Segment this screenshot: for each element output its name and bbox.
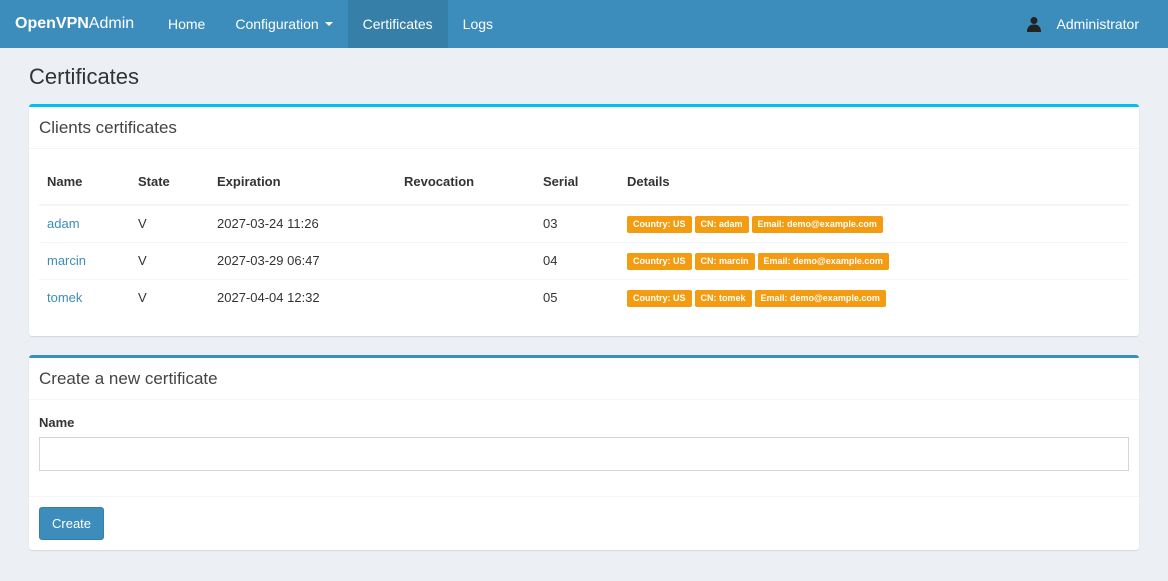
name-field-label: Name: [39, 415, 75, 430]
detail-badge-country: Country: US: [627, 252, 692, 270]
create-box-body: Name: [29, 400, 1139, 496]
certificates-table: Name State Expiration Revocation Serial …: [39, 159, 1129, 316]
table-spacer: [39, 316, 1129, 326]
cell-serial: 04: [535, 241, 619, 279]
nav-configuration-label: Configuration: [235, 16, 319, 32]
nav-configuration-dropdown[interactable]: Configuration: [220, 0, 347, 48]
clients-certificates-box: Clients certificates Name State Expirati…: [29, 104, 1139, 336]
detail-badge-country: Country: US: [627, 215, 692, 233]
cell-state: V: [130, 278, 209, 316]
column-header-revocation: Revocation: [396, 159, 535, 206]
detail-badge-cn: CN: adam: [694, 215, 749, 233]
cell-expiration: 2027-04-04 12:32: [209, 278, 396, 316]
nav-logs-label: Logs: [462, 16, 494, 32]
cell-details: Country: US CN: adam Email: demo@example.c…: [619, 205, 1129, 242]
client-link[interactable]: tomek: [47, 290, 82, 305]
cell-details: Country: US CN: tomek Email: demo@example.…: [619, 278, 1129, 316]
cell-expiration: 2027-03-29 06:47: [209, 241, 396, 279]
cell-state: V: [138, 216, 147, 232]
table-row: marcin V 2027-03-29 06:47 04 Country: US…: [39, 241, 1129, 279]
user-icon: [1026, 17, 1041, 32]
cell-revocation: [396, 241, 535, 279]
main-content: Certificates Clients certificates Name S…: [0, 64, 1168, 550]
cell-serial: 05: [535, 278, 619, 316]
cell-revocation: [396, 278, 535, 316]
main-nav: Home Configuration Certificates Logs: [153, 0, 508, 48]
cell-expiration: 2027-03-24 11:26: [217, 216, 319, 232]
cell-name: marcin: [39, 241, 130, 279]
column-header-name: Name: [39, 159, 130, 206]
cell-serial: 03: [543, 216, 558, 232]
cell-revocation: [396, 205, 535, 242]
table-row: adam V 2027-03-24 11:26 03 Country: US CN…: [39, 205, 1129, 242]
brand-logo[interactable]: OpenVPN Admin: [0, 0, 153, 48]
table-row: tomek V 2027-04-04 12:32 05 Country: US C…: [39, 278, 1129, 316]
page-title: Certificates: [29, 64, 140, 89]
create-certificate-box: Create a new certificate Name Create: [29, 355, 1139, 550]
table-header-row: Name State Expiration Revocation Serial …: [39, 159, 1129, 206]
client-link[interactable]: marcin: [47, 253, 86, 268]
create-button[interactable]: Create: [39, 507, 105, 540]
nav-logs[interactable]: Logs: [448, 0, 508, 48]
create-box-footer: Create: [29, 496, 1139, 550]
column-header-state: State: [130, 159, 209, 206]
detail-badge-cn: CN: tomek: [694, 289, 752, 307]
column-header-details: Details: [619, 159, 1129, 206]
detail-badge-email: Email: demo@example.com: [754, 289, 886, 307]
cell-name: adam: [39, 205, 130, 242]
user-menu[interactable]: Administrator: [1026, 0, 1168, 48]
detail-badge-cn: CN: marcin: [694, 252, 755, 270]
detail-badge-email: Email: demo@example.com: [751, 215, 883, 233]
top-navbar: OpenVPN Admin Home Configuration Certific…: [0, 0, 1168, 48]
nav-home[interactable]: Home: [153, 0, 220, 48]
clients-box-title: Clients certificates: [29, 107, 1139, 149]
name-input[interactable]: [39, 437, 1129, 471]
brand-rest: Admin: [88, 15, 135, 32]
nav-certificates[interactable]: Certificates: [347, 0, 448, 48]
client-link[interactable]: adam: [47, 216, 80, 231]
brand-bold: OpenVPN: [15, 15, 89, 32]
caret-down-icon: [324, 22, 333, 26]
clients-box-body: Name State Expiration Revocation Serial …: [29, 149, 1139, 336]
nav-certificates-label: Certificates: [362, 16, 433, 32]
nav-home-label: Home: [168, 16, 206, 32]
create-box-title: Create a new certificate: [29, 358, 1139, 400]
user-name: Administrator: [1056, 16, 1139, 32]
detail-badge-country: Country: US: [627, 289, 692, 307]
cell-name: tomek: [39, 278, 130, 316]
cell-details: Country: US CN: marcin Email: demo@example…: [619, 241, 1129, 279]
column-header-expiration: Expiration: [209, 159, 396, 206]
cell-state: V: [130, 241, 209, 279]
detail-badge-email: Email: demo@example.com: [757, 252, 889, 270]
column-header-serial: Serial: [535, 159, 619, 206]
